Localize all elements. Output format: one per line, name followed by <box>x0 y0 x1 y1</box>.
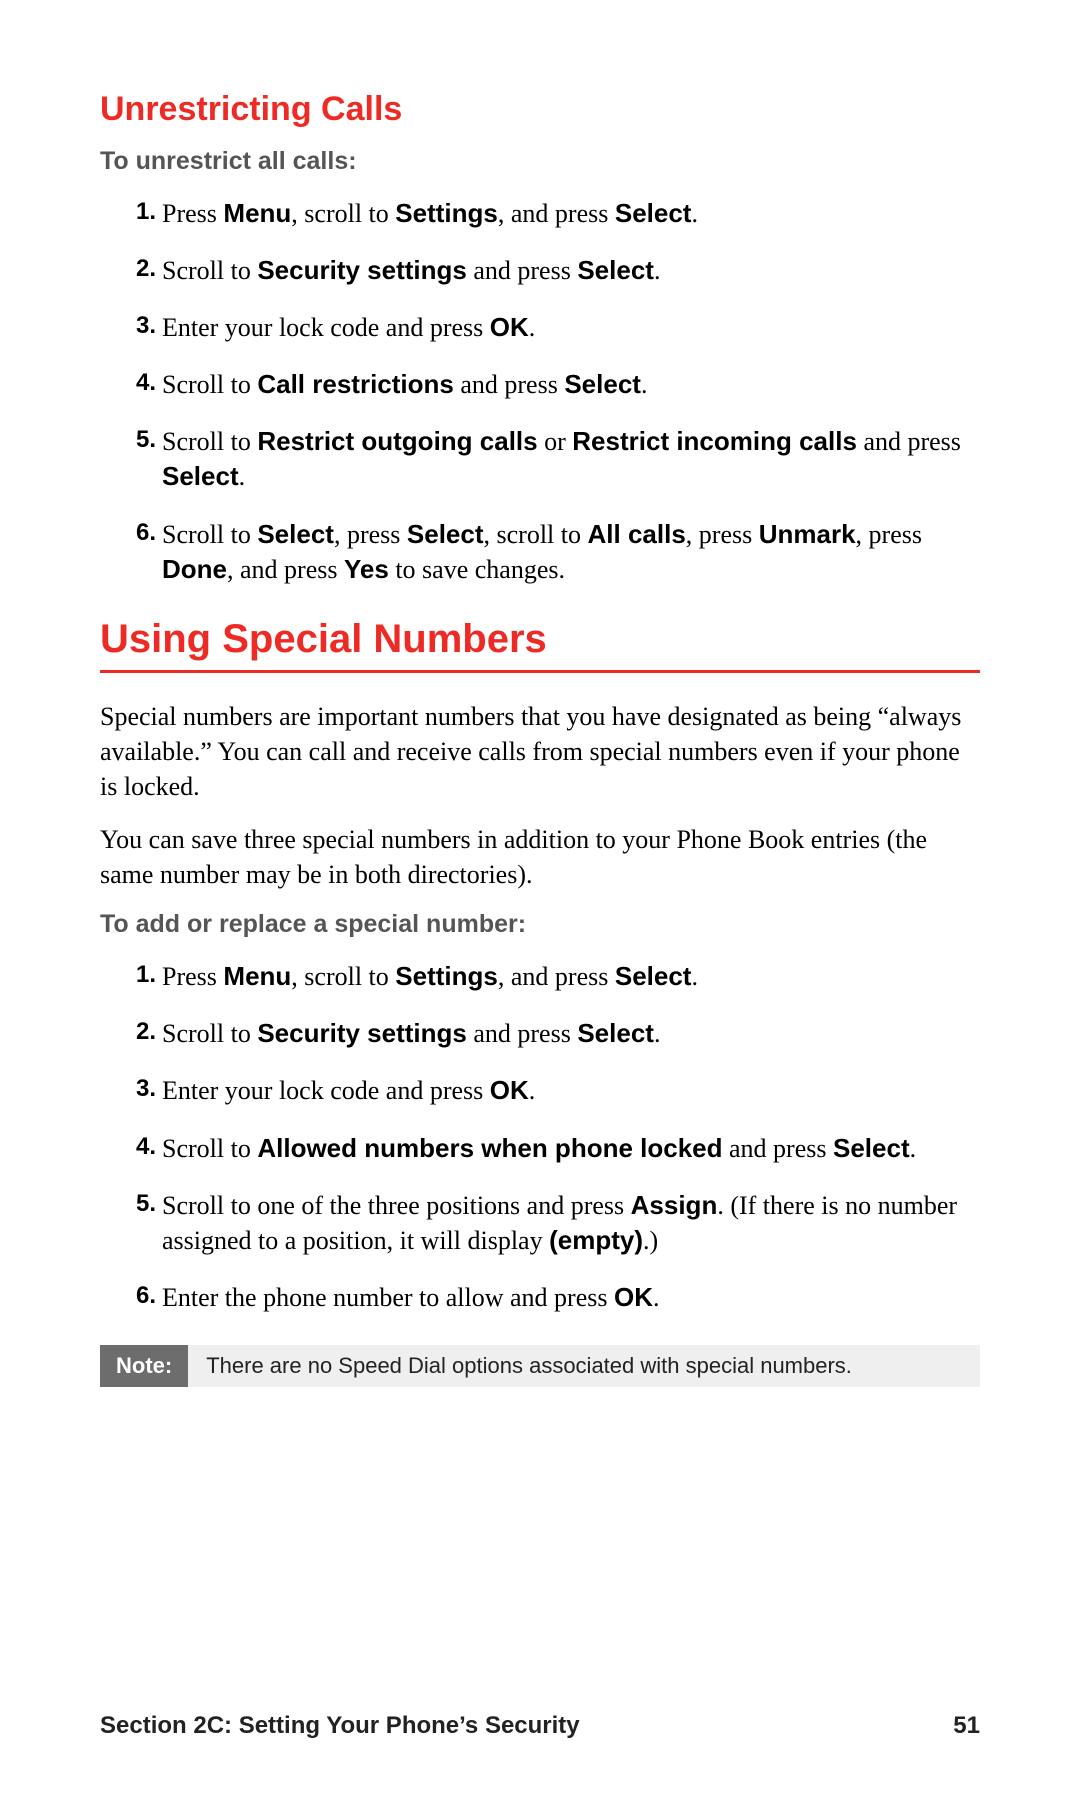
list-item: 6.Enter the phone number to allow and pr… <box>144 1280 980 1315</box>
note-label: Note: <box>100 1345 188 1387</box>
bold-term: All calls <box>588 519 686 549</box>
list-item: 4.Scroll to Allowed numbers when phone l… <box>144 1131 980 1166</box>
list-item: 3.Enter your lock code and press OK. <box>144 1073 980 1108</box>
step-number: 5. <box>116 424 156 456</box>
note-box: Note: There are no Speed Dial options as… <box>100 1345 980 1387</box>
bold-term: Restrict incoming calls <box>572 426 857 456</box>
bold-term: Select <box>407 519 484 549</box>
bold-term: Menu <box>223 961 291 991</box>
bold-term: Select <box>577 255 654 285</box>
list-item: 1.Press Menu, scroll to Settings, and pr… <box>144 196 980 231</box>
bold-term: Unmark <box>759 519 856 549</box>
bold-term: Yes <box>344 554 389 584</box>
list-item: 5.Scroll to Restrict outgoing calls or R… <box>144 424 980 494</box>
bold-term: Allowed numbers when phone locked <box>257 1133 722 1163</box>
step-number: 1. <box>116 959 156 991</box>
bold-term: Settings <box>395 961 498 991</box>
bold-term: Settings <box>395 198 498 228</box>
steps-unrestrict: 1.Press Menu, scroll to Settings, and pr… <box>100 196 980 587</box>
bold-term: Restrict outgoing calls <box>257 426 537 456</box>
footer-page-number: 51 <box>953 1712 980 1740</box>
list-item: 3.Enter your lock code and press OK. <box>144 310 980 345</box>
step-number: 5. <box>116 1188 156 1220</box>
list-item: 6.Scroll to Select, press Select, scroll… <box>144 517 980 587</box>
bold-term: Select <box>615 961 692 991</box>
bold-term: Security settings <box>257 1018 467 1048</box>
page-footer: Section 2C: Setting Your Phone’s Securit… <box>100 1712 980 1740</box>
step-number: 6. <box>116 517 156 549</box>
bold-term: Select <box>257 519 334 549</box>
bold-term: Select <box>564 369 641 399</box>
step-number: 3. <box>116 1073 156 1105</box>
step-number: 6. <box>116 1280 156 1312</box>
bold-term: OK <box>490 312 529 342</box>
bold-term: OK <box>490 1075 529 1105</box>
bold-term: Select <box>615 198 692 228</box>
list-item: 2.Scroll to Security settings and press … <box>144 253 980 288</box>
lead-unrestrict-all: To unrestrict all calls: <box>100 147 980 176</box>
bold-term: Assign <box>631 1190 718 1220</box>
footer-section: Section 2C: Setting Your Phone’s Securit… <box>100 1712 580 1740</box>
list-item: 1.Press Menu, scroll to Settings, and pr… <box>144 959 980 994</box>
note-text: There are no Speed Dial options associat… <box>188 1345 980 1387</box>
bold-term: Menu <box>223 198 291 228</box>
heading-using-special-numbers: Using Special Numbers <box>100 617 980 662</box>
bold-term: Select <box>833 1133 910 1163</box>
step-number: 2. <box>116 1016 156 1048</box>
step-number: 2. <box>116 253 156 285</box>
bold-term: Done <box>162 554 227 584</box>
divider-red <box>100 670 980 673</box>
steps-special-numbers: 1.Press Menu, scroll to Settings, and pr… <box>100 959 980 1315</box>
list-item: 2.Scroll to Security settings and press … <box>144 1016 980 1051</box>
step-number: 4. <box>116 367 156 399</box>
bold-term: Call restrictions <box>257 369 454 399</box>
bold-term: (empty) <box>549 1225 643 1255</box>
list-item: 5.Scroll to one of the three positions a… <box>144 1188 980 1258</box>
lead-add-replace-special: To add or replace a special number: <box>100 910 980 939</box>
bold-term: OK <box>614 1282 653 1312</box>
para-special-numbers-2: You can save three special numbers in ad… <box>100 822 980 892</box>
list-item: 4.Scroll to Call restrictions and press … <box>144 367 980 402</box>
bold-term: Security settings <box>257 255 467 285</box>
heading-unrestricting-calls: Unrestricting Calls <box>100 90 980 129</box>
para-special-numbers-1: Special numbers are important numbers th… <box>100 699 980 804</box>
step-number: 4. <box>116 1131 156 1163</box>
bold-term: Select <box>577 1018 654 1048</box>
step-number: 1. <box>116 196 156 228</box>
step-number: 3. <box>116 310 156 342</box>
bold-term: Select <box>162 461 239 491</box>
